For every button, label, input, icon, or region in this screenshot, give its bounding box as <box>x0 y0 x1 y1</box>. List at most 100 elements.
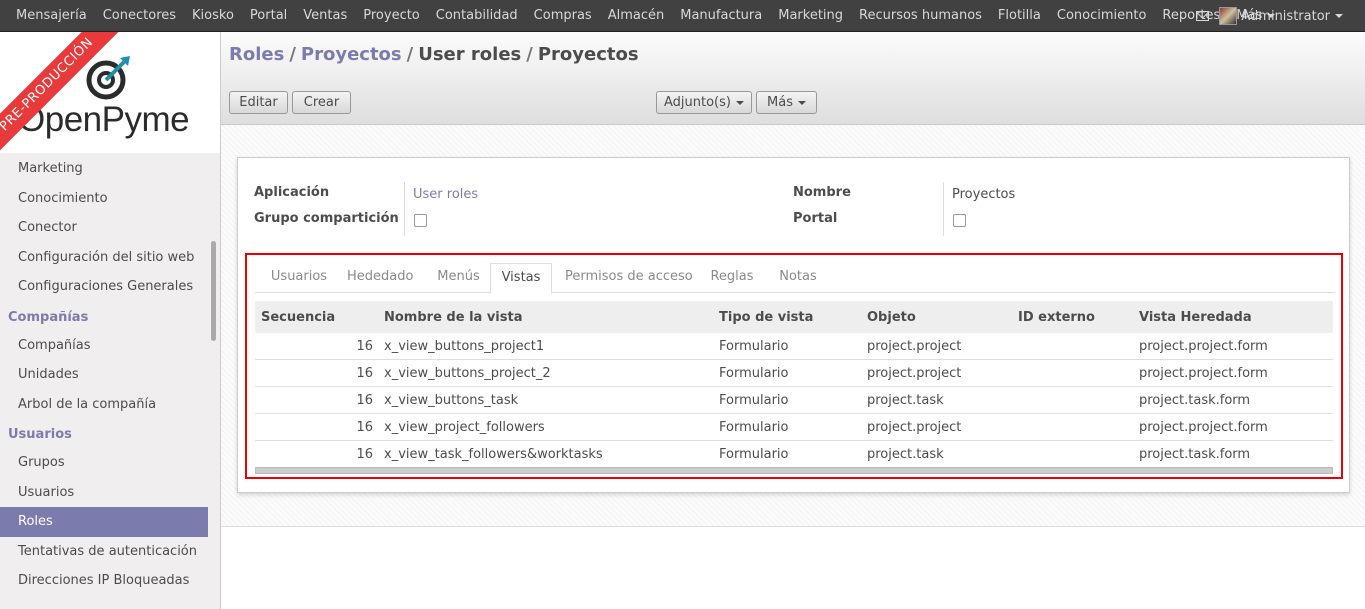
table-cell: project.project.form <box>1139 339 1268 354</box>
top-menu-item[interactable]: Conectores <box>103 8 176 23</box>
breadcrumb-proyectos[interactable]: Proyectos <box>301 44 402 65</box>
top-menu-item[interactable]: Marketing <box>778 8 843 23</box>
sidebar-item[interactable]: Roles <box>0 507 208 537</box>
notebook-tabs: Usuarios Hededado Menús Vistas Permisos … <box>255 257 1335 294</box>
control-panel: Roles / Proyectos / User roles / Proyectos Edi… <box>221 32 1365 125</box>
share-group-label: Grupo compartición <box>254 211 399 226</box>
sidebar-item[interactable]: Grupos <box>0 448 208 478</box>
table-horizontal-scrollbar[interactable] <box>255 467 1333 474</box>
top-menu-item[interactable]: Conocimiento <box>1057 8 1147 23</box>
tab-vistas[interactable]: Vistas <box>490 263 552 294</box>
tab-reglas[interactable]: Reglas <box>710 263 754 294</box>
create-button[interactable]: Crear <box>292 91 351 114</box>
table-cell: project.project <box>867 366 962 381</box>
sidebar-item[interactable]: Compañías <box>0 331 208 361</box>
top-menu-item[interactable]: Flotilla <box>998 8 1041 23</box>
tab-hededado[interactable]: Hededado <box>347 263 413 294</box>
tab-usuarios[interactable]: Usuarios <box>269 263 329 294</box>
table-cell: Formulario <box>719 339 789 354</box>
top-navbar: Mensajería Conectores Kiosko Portal Ventas Pr… <box>0 0 1365 32</box>
table-cell: x_view_project_followers <box>384 420 545 435</box>
edit-button[interactable]: Editar <box>229 91 288 114</box>
table-cell: Formulario <box>719 393 789 408</box>
sidebar-section-header: Compañías <box>8 309 89 325</box>
top-menu-item[interactable]: Ventas <box>303 8 347 23</box>
column-header[interactable]: Secuencia <box>261 301 335 333</box>
table-cell: x_view_buttons_task <box>384 393 519 408</box>
share-group-checkbox[interactable] <box>414 214 427 227</box>
divider <box>943 182 944 236</box>
chevron-down-icon[interactable] <box>1335 14 1343 18</box>
table-cell: Formulario <box>719 447 789 462</box>
top-menu-item[interactable]: Contabilidad <box>436 8 518 23</box>
name-value: Proyectos <box>952 187 1016 202</box>
table-cell: x_view_buttons_project1 <box>384 339 545 354</box>
top-menu-item[interactable]: Kiosko <box>192 8 234 23</box>
column-header[interactable]: Objeto <box>867 301 916 333</box>
logo-area[interactable]: OpenPyme PRE-PRODUCCIÓN <box>0 32 220 153</box>
table-row[interactable]: 16 x_view_buttons_project1 Formulario proje… <box>255 333 1333 360</box>
sidebar-item[interactable]: Configuración del sitio web <box>0 243 208 273</box>
sidebar-item[interactable]: Usuarios <box>0 478 208 508</box>
target-logo-icon <box>86 56 130 100</box>
breadcrumb-separator: / <box>406 44 414 65</box>
table-cell: x_view_task_followers&worktasks <box>384 447 603 462</box>
top-menu-item[interactable]: Compras <box>534 8 592 23</box>
table-cell: project.project.form <box>1139 366 1268 381</box>
sidebar: OpenPyme PRE-PRODUCCIÓN Marketing Conocim… <box>0 32 221 609</box>
application-link[interactable]: User roles <box>413 187 478 202</box>
sidebar-item[interactable]: Arbol de la compañía <box>0 390 208 420</box>
tab-menus[interactable]: Menús <box>436 263 481 294</box>
sidebar-item[interactable]: Conocimiento <box>0 184 208 214</box>
top-menu-item[interactable]: Mensajería <box>16 8 87 23</box>
divider <box>404 182 405 236</box>
tab-permisos[interactable]: Permisos de acceso <box>565 263 693 294</box>
sidebar-item[interactable]: Unidades <box>0 360 208 390</box>
table-cell: project.project <box>867 420 962 435</box>
column-header[interactable]: Tipo de vista <box>719 301 813 333</box>
sidebar-item[interactable]: Direcciones IP Bloqueadas <box>0 566 208 596</box>
tab-notas[interactable]: Notas <box>778 263 818 294</box>
table-cell: 16 <box>356 420 373 435</box>
table-row[interactable]: 16 x_view_buttons_project_2 Formulario proj… <box>255 360 1333 387</box>
sidebar-scrollbar[interactable] <box>211 241 216 341</box>
column-header[interactable]: Vista Heredada <box>1139 301 1252 333</box>
more-label: Más <box>767 95 793 110</box>
table-row[interactable]: 16 x_view_buttons_task Formulario project.t… <box>255 387 1333 414</box>
top-menu-item[interactable]: Proyecto <box>363 8 420 23</box>
views-table: Secuencia Nombre de la vista Tipo de vis… <box>255 301 1333 468</box>
sidebar-item[interactable]: Configuraciones Generales <box>0 272 208 302</box>
top-menu-item[interactable]: Portal <box>250 8 287 23</box>
sidebar-item[interactable]: Tentativas de autenticación <box>0 537 208 567</box>
portal-checkbox[interactable] <box>953 214 966 227</box>
column-header[interactable]: Nombre de la vista <box>384 301 522 333</box>
table-cell: project.task <box>867 447 944 462</box>
table-row[interactable]: 16 x_view_task_followers&worktasks Formula… <box>255 441 1333 468</box>
attachments-button[interactable]: Adjunto(s) <box>656 91 752 114</box>
avatar[interactable] <box>1219 7 1238 25</box>
breadcrumb-current: Proyectos <box>537 44 639 65</box>
table-cell: Formulario <box>719 420 789 435</box>
column-header[interactable]: ID externo <box>1018 301 1095 333</box>
breadcrumb-roles[interactable]: Roles <box>229 44 284 65</box>
breadcrumb-separator: / <box>289 44 296 65</box>
table-row[interactable]: 16 x_view_project_followers Formulario proj… <box>255 414 1333 441</box>
top-menu-item[interactable]: Manufactura <box>680 8 762 23</box>
attachments-label: Adjunto(s) <box>664 95 731 110</box>
top-menu-item[interactable]: Recursos humanos <box>859 8 982 23</box>
breadcrumb-user-roles: User roles <box>418 44 522 65</box>
breadcrumb-separator: / <box>526 44 533 65</box>
table-cell: project.project.form <box>1139 420 1268 435</box>
sidebar-item[interactable]: Conector <box>0 213 208 243</box>
application-label: Aplicación <box>254 185 330 200</box>
table-cell: project.task.form <box>1139 393 1251 408</box>
table-header: Secuencia Nombre de la vista Tipo de vis… <box>255 301 1333 333</box>
user-menu[interactable]: Administrator <box>1241 9 1330 24</box>
envelope-icon[interactable] <box>1196 11 1210 21</box>
name-label: Nombre <box>793 185 851 200</box>
chevron-down-icon <box>797 100 806 105</box>
sidebar-section-header: Usuarios <box>8 427 72 442</box>
top-menu-item[interactable]: Almacén <box>608 8 665 23</box>
more-button[interactable]: Más <box>756 91 817 114</box>
sidebar-item[interactable]: Marketing <box>0 154 208 184</box>
